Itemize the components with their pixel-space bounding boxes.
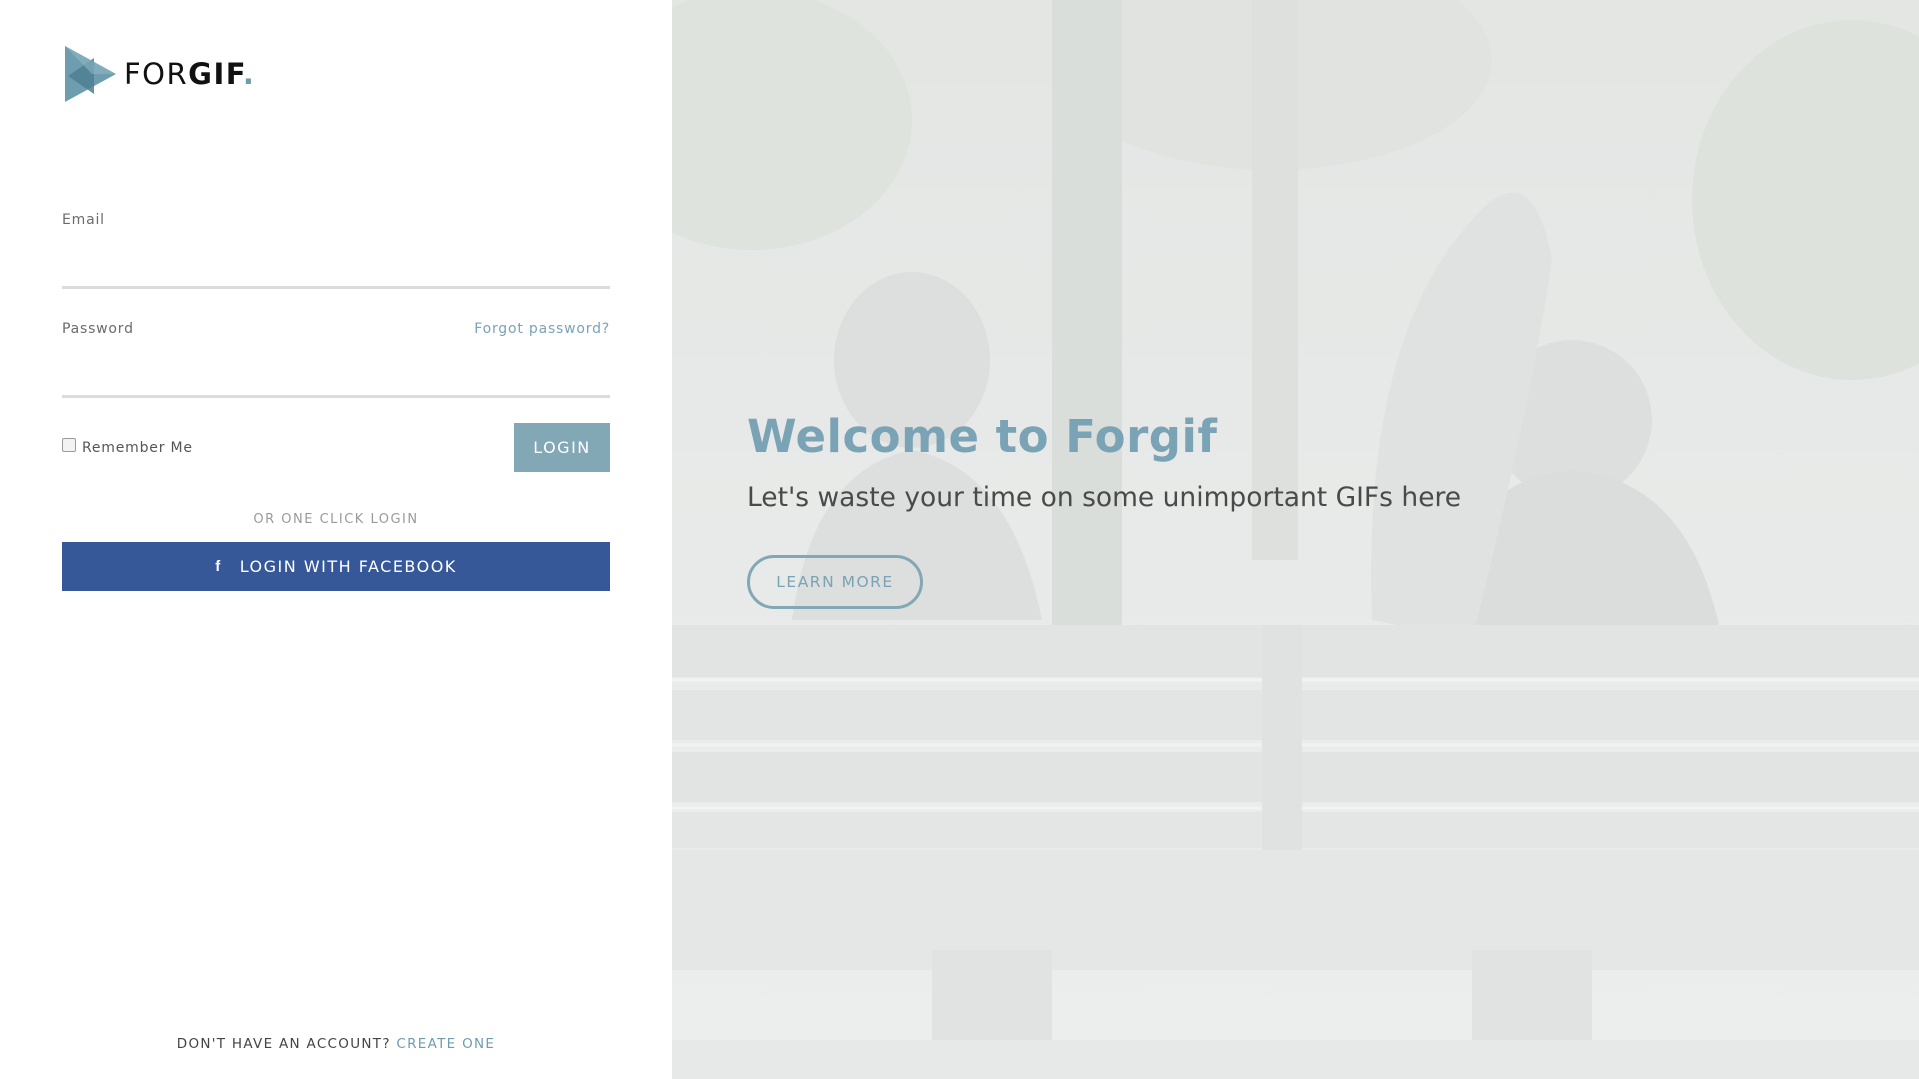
brand-logo[interactable]: FORGIF. (62, 44, 255, 104)
learn-more-button[interactable]: LEARN MORE (747, 555, 923, 609)
login-panel: FORGIF. Email Password Forgot password? … (0, 0, 672, 1079)
password-label: Password (62, 321, 134, 337)
facebook-icon: f (215, 558, 222, 575)
password-input[interactable] (62, 353, 610, 393)
park-bench-background-image (672, 0, 1919, 1079)
brand-name: FORGIF. (124, 56, 256, 91)
login-button[interactable]: LOGIN (514, 423, 610, 472)
hero-title: Welcome to Forgif (747, 410, 1218, 463)
email-input[interactable] (62, 244, 610, 284)
password-underline (62, 395, 610, 398)
email-underline (62, 286, 610, 289)
remember-me-checkbox[interactable] (62, 438, 76, 452)
create-account-link[interactable]: CREATE ONE (396, 1036, 495, 1052)
play-triangle-logo-icon (65, 46, 116, 102)
hero-panel: Welcome to Forgif Let's waste your time … (672, 0, 1919, 1079)
facebook-login-button[interactable]: f LOGIN WITH FACEBOOK (62, 542, 610, 591)
remember-me: Remember Me (62, 438, 193, 456)
signup-prompt: DON'T HAVE AN ACCOUNT? CREATE ONE (0, 1036, 672, 1052)
email-label: Email (62, 212, 105, 228)
forgot-password-link[interactable]: Forgot password? (474, 321, 610, 337)
signup-prompt-text: DON'T HAVE AN ACCOUNT? (176, 1036, 391, 1052)
facebook-login-label: LOGIN WITH FACEBOOK (239, 557, 457, 576)
hero-subtitle: Let's waste your time on some unimportan… (747, 482, 1462, 513)
one-click-divider-text: OR ONE CLICK LOGIN (253, 512, 419, 527)
remember-me-label: Remember Me (82, 440, 193, 456)
